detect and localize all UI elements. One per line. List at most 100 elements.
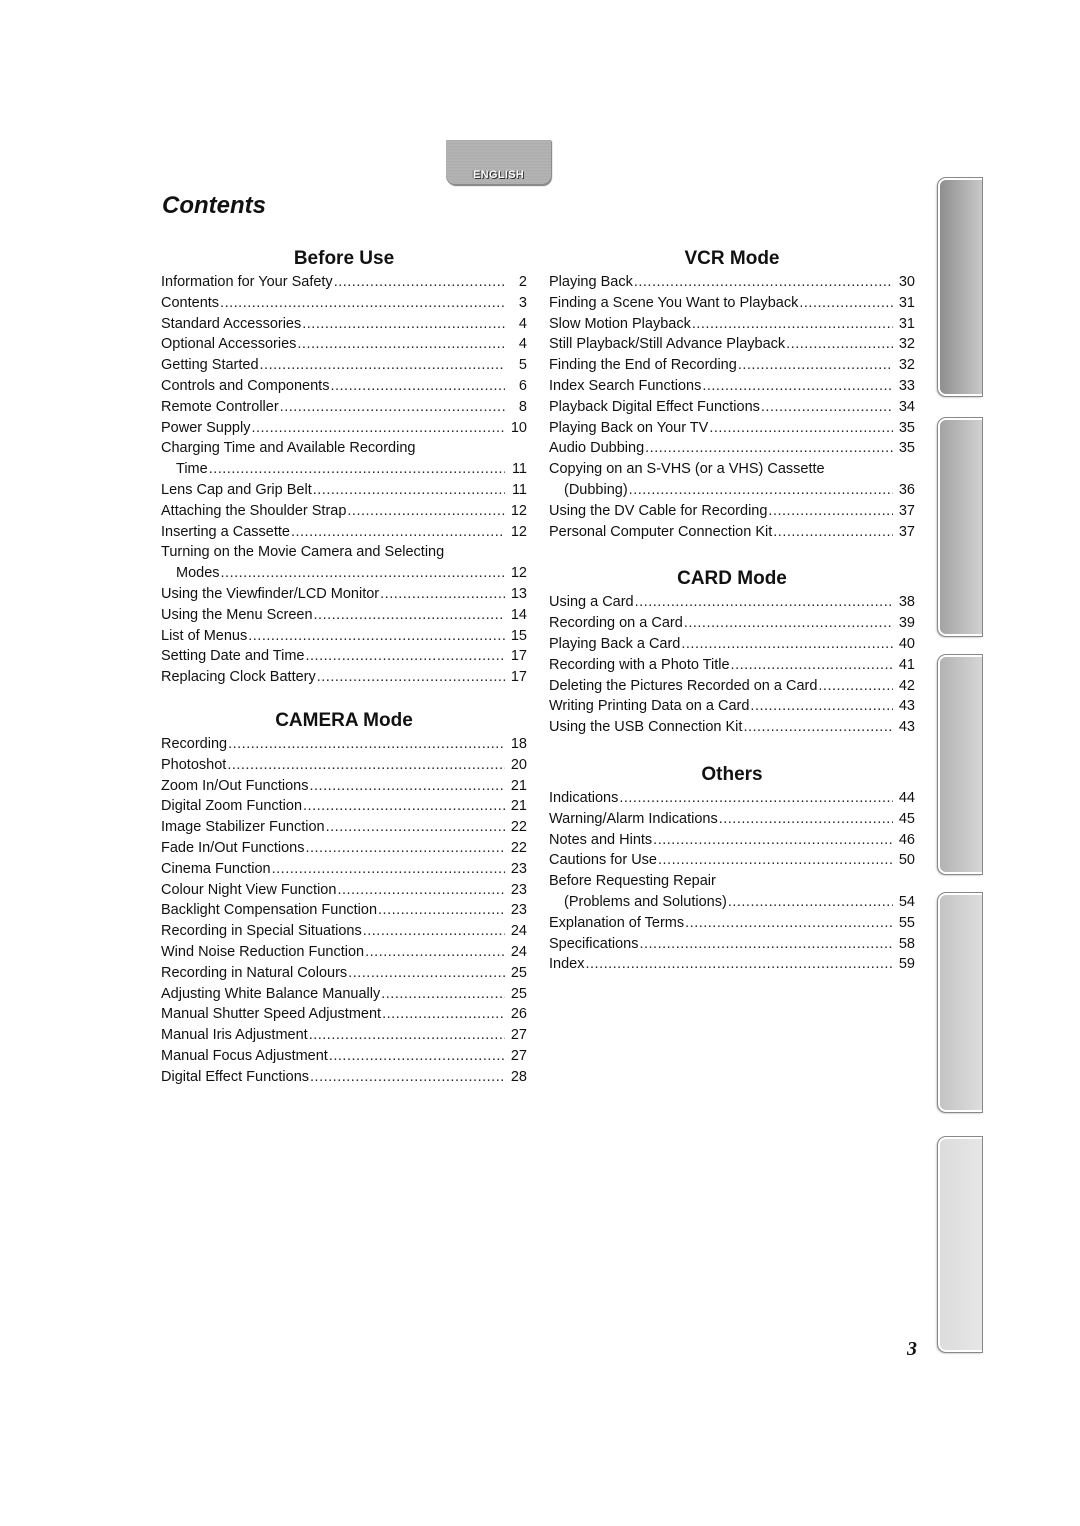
toc-entry[interactable]: Getting Started 5	[161, 355, 527, 376]
toc-entry[interactable]: Using the Menu Screen 14	[161, 605, 527, 626]
toc-entry[interactable]: Digital Zoom Function 21	[161, 796, 527, 817]
toc-entry-page: 23	[510, 881, 527, 898]
toc-entry[interactable]: Manual Focus Adjustment 27	[161, 1046, 527, 1067]
toc-entry-page: 59	[898, 956, 915, 973]
toc-entry[interactable]: Zoom In/Out Functions 21	[161, 776, 527, 797]
toc-section-others: Others Indications 44 Warning/Alarm Indicat…	[549, 762, 915, 975]
toc-entry-title: Cautions for Use	[549, 852, 657, 869]
toc-entry[interactable]: Manual Iris Adjustment 27	[161, 1025, 527, 1046]
toc-entry[interactable]: Fade In/Out Functions 22	[161, 838, 527, 859]
dot-leader	[629, 480, 893, 501]
toc-entry[interactable]: Using a Card 38	[549, 592, 915, 613]
toc-entry[interactable]: Lens Cap and Grip Belt 11	[161, 480, 527, 501]
toc-entry-title: Cinema Function	[161, 860, 271, 877]
toc-entry[interactable]: Playback Digital Effect Functions 34	[549, 397, 915, 418]
toc-entry[interactable]: Specifications 58	[549, 934, 915, 955]
toc-entry[interactable]: Manual Shutter Speed Adjustment 26	[161, 1004, 527, 1025]
toc-entry[interactable]: Standard Accessories 4	[161, 314, 527, 335]
toc-entry[interactable]: Finding the End of Recording 32	[549, 355, 915, 376]
toc-entry-title: Recording with a Photo Title	[549, 656, 730, 673]
toc-entry[interactable]: Information for Your Safety 2	[161, 272, 527, 293]
toc-entry-page: 17	[510, 669, 527, 686]
toc-entry[interactable]: Still Playback/Still Advance Playback 32	[549, 334, 915, 355]
toc-entry[interactable]: Using the USB Connection Kit 43	[549, 717, 915, 738]
toc-entry[interactable]: Warning/Alarm Indications 45	[549, 809, 915, 830]
toc-entry[interactable]: Copying on an S-VHS (or a VHS) Cassette (…	[549, 459, 915, 501]
toc-entry[interactable]: Cautions for Use 50	[549, 850, 915, 871]
toc-entry[interactable]: Before Requesting Repair (Problems and So…	[549, 871, 915, 913]
toc-entry[interactable]: Cinema Function 23	[161, 859, 527, 880]
toc-entry[interactable]: Remote Controller 8	[161, 397, 527, 418]
toc-entry[interactable]: Using the DV Cable for Recording 37	[549, 501, 915, 522]
toc-entry[interactable]: Controls and Components 6	[161, 376, 527, 397]
toc-entry[interactable]: Writing Printing Data on a Card 43	[549, 696, 915, 717]
dot-leader	[634, 272, 893, 293]
toc-entry[interactable]: Using the Viewfinder/LCD Monitor 13	[161, 584, 527, 605]
toc-entry[interactable]: Indications 44	[549, 788, 915, 809]
toc-entry[interactable]: Playing Back 30	[549, 272, 915, 293]
toc-entry[interactable]: Power Supply 10	[161, 418, 527, 439]
toc-entry-title: Copying on an S-VHS (or a VHS) Cassette	[549, 461, 825, 478]
toc-entry-page: 6	[518, 377, 527, 394]
toc-entry[interactable]: Backlight Compensation Function 23	[161, 900, 527, 921]
toc-entry[interactable]: Slow Motion Playback 31	[549, 314, 915, 335]
section-heading: CAMERA Mode	[275, 709, 413, 731]
toc-entry[interactable]: Digital Effect Functions 28	[161, 1067, 527, 1088]
toc-entry[interactable]: Index Search Functions 33	[549, 376, 915, 397]
toc-entry-title: Index Search Functions	[549, 377, 702, 394]
toc-entry[interactable]: Image Stabilizer Function 22	[161, 817, 527, 838]
toc-entry[interactable]: Setting Date and Time 17	[161, 646, 527, 667]
toc-entry-page: 30	[898, 274, 915, 290]
dot-leader	[272, 859, 505, 880]
toc-entry[interactable]: Index 59	[549, 954, 915, 975]
toc-entry-title: Specifications	[549, 935, 639, 952]
dot-leader	[305, 838, 505, 859]
toc-entry-page: 26	[510, 1006, 527, 1023]
toc-entry[interactable]: Recording on a Card 39	[549, 613, 915, 634]
dot-leader	[728, 892, 893, 913]
toc-entry[interactable]: Playing Back on Your TV 35	[549, 418, 915, 439]
toc-entry[interactable]: List of Menus 15	[161, 626, 527, 647]
toc-entry[interactable]: Adjusting White Balance Manually 25	[161, 984, 527, 1005]
section-heading: VCR Mode	[684, 248, 780, 269]
toc-entry-page: 50	[898, 852, 915, 869]
toc-entry[interactable]: Inserting a Cassette 12	[161, 522, 527, 543]
toc-entry[interactable]: Photoshot 20	[161, 755, 527, 776]
section-heading: CARD Mode	[677, 568, 787, 590]
toc-entry[interactable]: Recording in Special Situations 24	[161, 921, 527, 942]
toc-entry[interactable]: Audio Dubbing 35	[549, 438, 915, 459]
toc-entry[interactable]: Notes and Hints 46	[549, 830, 915, 851]
toc-entry[interactable]: Wind Noise Reduction Function 24	[161, 942, 527, 963]
toc-entry[interactable]: Charging Time and Available Recording Tim…	[161, 438, 527, 480]
toc-entry[interactable]: Recording 18	[161, 734, 527, 755]
toc-entry[interactable]: Finding a Scene You Want to Playback 31	[549, 293, 915, 314]
toc-entry[interactable]: Optional Accessories 4	[161, 334, 527, 355]
toc-entry[interactable]: Recording with a Photo Title 41	[549, 655, 915, 676]
toc-entry[interactable]: Replacing Clock Battery 17	[161, 667, 527, 688]
toc-entry[interactable]: Contents 3	[161, 293, 527, 314]
toc-entry-title: Information for Your Safety	[161, 274, 333, 290]
toc-entry-title: Getting Started	[161, 357, 259, 374]
dot-leader	[303, 796, 505, 817]
dot-leader	[310, 1067, 505, 1088]
toc-entry[interactable]: Turning on the Movie Camera and Selectin…	[161, 542, 527, 584]
toc-entry[interactable]: Attaching the Shoulder Strap 12	[161, 501, 527, 522]
toc-entry-title: Indications	[549, 789, 619, 806]
toc-entry[interactable]: Explanation of Terms 55	[549, 913, 915, 934]
toc-entry[interactable]: Deleting the Pictures Recorded on a Card…	[549, 676, 915, 697]
toc-entry-title: (Problems and Solutions)	[564, 893, 727, 910]
toc-entry-title: Manual Iris Adjustment	[161, 1027, 308, 1044]
toc-entry-page: 31	[898, 315, 915, 332]
toc-entry-page: 21	[510, 777, 527, 794]
toc-entry[interactable]: Personal Computer Connection Kit 37	[549, 522, 915, 543]
toc-entry-page: 35	[898, 440, 915, 457]
toc-entry[interactable]: Playing Back a Card 40	[549, 634, 915, 655]
toc-entry-page: 24	[510, 923, 527, 940]
toc-entry-page: 33	[898, 377, 915, 394]
toc-entry[interactable]: Colour Night View Function 23	[161, 880, 527, 901]
toc-entry-page: 4	[518, 315, 527, 332]
toc-entry-title: Playing Back on Your TV	[549, 419, 709, 436]
toc-entry-page: 20	[510, 756, 527, 773]
toc-entry[interactable]: Recording in Natural Colours 25	[161, 963, 527, 984]
dot-leader	[309, 776, 505, 797]
